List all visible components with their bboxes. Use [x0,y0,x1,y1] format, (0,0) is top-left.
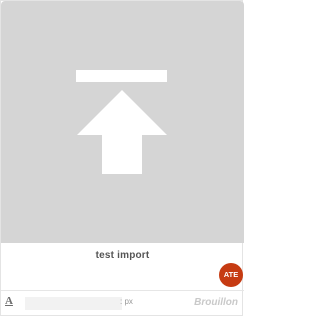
card-thumbnail[interactable] [1,1,244,243]
status-label: Brouillon [194,297,238,308]
card-footer: A : px Brouillon [1,291,244,317]
upload-arrow-icon [76,70,167,174]
user-avatar[interactable]: ATE [219,263,243,287]
unit-label: : px [120,297,133,306]
draft-card[interactable]: test import ATE A : px Brouillon [0,0,244,317]
card-title: test import [95,250,150,261]
text-format-icon[interactable]: A [5,295,13,307]
size-input[interactable] [25,297,122,310]
